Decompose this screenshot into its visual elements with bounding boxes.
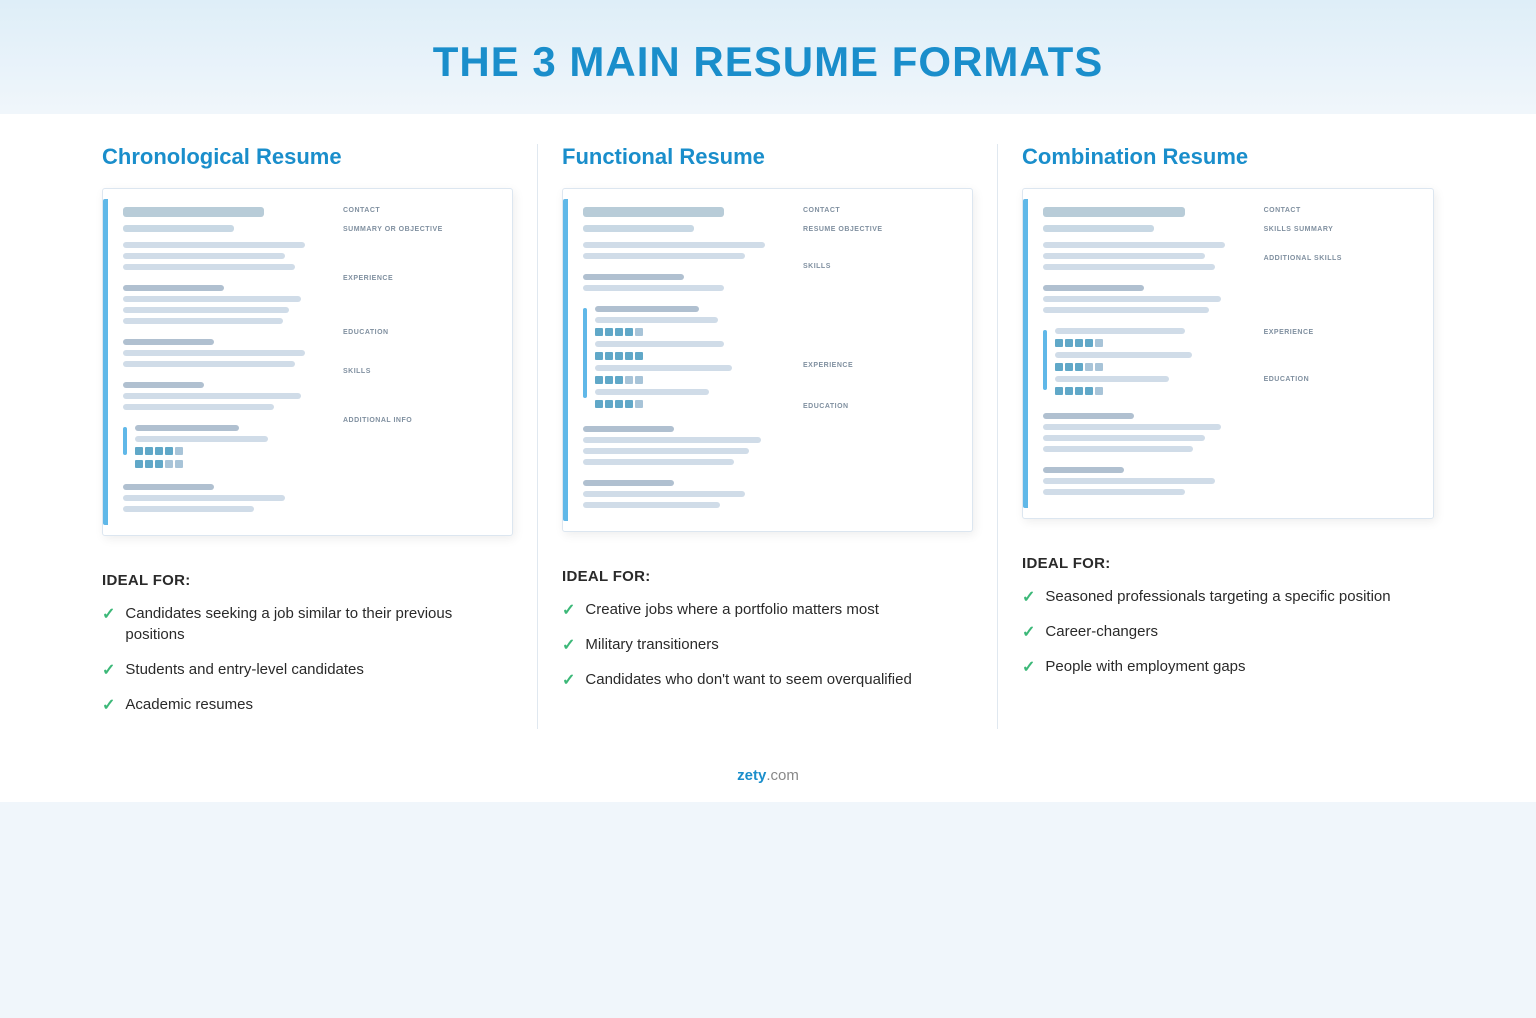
combination-check-1: ✓ (1022, 587, 1035, 607)
check-icon-2: ✓ (102, 660, 115, 680)
combination-text-1: Seasoned professionals targeting a speci… (1045, 586, 1390, 607)
combination-ideal-section: IDEAL FOR: ✓ Seasoned professionals targ… (1022, 547, 1434, 677)
brand-name: zety (737, 767, 766, 784)
functional-ideal-item-2: ✓ Military transitioners (562, 634, 973, 655)
header-band: THE 3 MAIN RESUME FORMATS (0, 0, 1536, 114)
functional-check-1: ✓ (562, 600, 575, 620)
functional-text-2: Military transitioners (585, 634, 718, 655)
label-contact: CONTACT (343, 207, 500, 214)
ideal-item-1: ✓ Candidates seeking a job similar to th… (102, 603, 513, 645)
combination-label-education: EDUCATION (1264, 376, 1421, 383)
combination-label-contact: CONTACT (1264, 207, 1421, 214)
functional-right-labels: CONTACT RESUME OBJECTIVE SKILLS EXPERIEN… (799, 199, 964, 521)
functional-label-experience: EXPERIENCE (803, 362, 960, 369)
resume-right-labels: CONTACT SUMMARY OR OBJECTIVE EXPERIENCE … (339, 199, 504, 525)
ideal-text-2: Students and entry-level candidates (125, 659, 363, 680)
functional-label-contact: CONTACT (803, 207, 960, 214)
label-experience: EXPERIENCE (343, 275, 500, 282)
resume-left-panel (103, 199, 331, 525)
combination-title: Combination Resume (1022, 144, 1434, 170)
combination-column: Combination Resume (998, 144, 1458, 729)
ideal-item-3: ✓ Academic resumes (102, 694, 513, 715)
functional-text-3: Candidates who don't want to seem overqu… (585, 669, 911, 690)
ideal-text-1: Candidates seeking a job similar to thei… (125, 603, 513, 645)
combination-accent-bar (1023, 199, 1028, 508)
combination-text-3: People with employment gaps (1045, 656, 1245, 677)
functional-text-1: Creative jobs where a portfolio matters … (585, 599, 878, 620)
footer: zety.com (0, 749, 1536, 802)
combination-label-experience: EXPERIENCE (1264, 329, 1421, 336)
combination-text-2: Career-changers (1045, 621, 1158, 642)
label-education: EDUCATION (343, 329, 500, 336)
label-additional: ADDITIONAL INFO (343, 417, 500, 424)
functional-left-panel (563, 199, 791, 521)
combination-label-additional-skills: ADDITIONAL SKILLS (1264, 255, 1421, 262)
combination-check-2: ✓ (1022, 622, 1035, 642)
functional-ideal-title: IDEAL FOR: (562, 568, 973, 585)
combination-check-3: ✓ (1022, 657, 1035, 677)
functional-check-2: ✓ (562, 635, 575, 655)
functional-label-education: EDUCATION (803, 403, 960, 410)
functional-column: Functional Resume (538, 144, 998, 729)
chronological-title: Chronological Resume (102, 144, 513, 170)
functional-label-skills: SKILLS (803, 263, 960, 270)
functional-title: Functional Resume (562, 144, 973, 170)
functional-ideal-item-3: ✓ Candidates who don't want to seem over… (562, 669, 973, 690)
ideal-item-2: ✓ Students and entry-level candidates (102, 659, 513, 680)
functional-check-3: ✓ (562, 670, 575, 690)
page-title: THE 3 MAIN RESUME FORMATS (20, 38, 1516, 86)
combination-ideal-title: IDEAL FOR: (1022, 555, 1434, 572)
left-accent-bar (103, 199, 108, 525)
functional-ideal-item-1: ✓ Creative jobs where a portfolio matter… (562, 599, 973, 620)
chronological-column: Chronological Resume (78, 144, 538, 729)
label-summary: SUMMARY OR OBJECTIVE (343, 226, 500, 233)
functional-label-objective: RESUME OBJECTIVE (803, 226, 960, 233)
ideal-text-3: Academic resumes (125, 694, 253, 715)
combination-resume-mockup: CONTACT SKILLS SUMMARY ADDITIONAL SKILLS… (1022, 188, 1434, 519)
content-area: Chronological Resume (0, 114, 1536, 749)
combination-label-skills-summary: SKILLS SUMMARY (1264, 226, 1421, 233)
chronological-resume-mockup: CONTACT SUMMARY OR OBJECTIVE EXPERIENCE … (102, 188, 513, 536)
chronological-ideal-title: IDEAL FOR: (102, 572, 513, 589)
label-skills: SKILLS (343, 368, 500, 375)
combination-right-labels: CONTACT SKILLS SUMMARY ADDITIONAL SKILLS… (1260, 199, 1425, 508)
functional-resume-mockup: CONTACT RESUME OBJECTIVE SKILLS EXPERIEN… (562, 188, 973, 532)
combination-ideal-item-3: ✓ People with employment gaps (1022, 656, 1434, 677)
brand-domain: .com (766, 767, 799, 784)
functional-ideal-section: IDEAL FOR: ✓ Creative jobs where a portf… (562, 560, 973, 690)
combination-ideal-item-1: ✓ Seasoned professionals targeting a spe… (1022, 586, 1434, 607)
chronological-ideal-section: IDEAL FOR: ✓ Candidates seeking a job si… (102, 564, 513, 715)
combination-ideal-item-2: ✓ Career-changers (1022, 621, 1434, 642)
combination-left-panel (1023, 199, 1252, 508)
check-icon-1: ✓ (102, 604, 115, 624)
check-icon-3: ✓ (102, 695, 115, 715)
functional-accent-bar (563, 199, 568, 521)
